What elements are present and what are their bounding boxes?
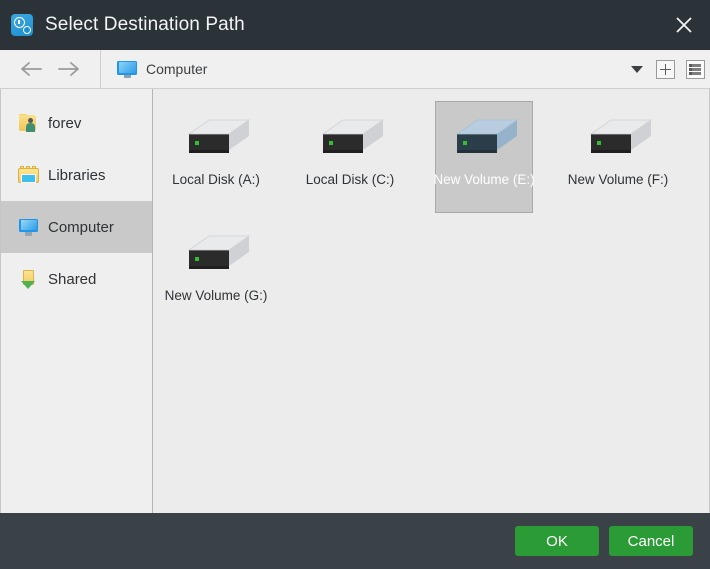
sidebar-item-shared[interactable]: Shared xyxy=(1,253,152,305)
computer-monitor-icon xyxy=(18,218,39,237)
path-breadcrumb[interactable]: Computer xyxy=(109,50,624,88)
sidebar-item-forev[interactable]: forev xyxy=(1,97,152,149)
computer-monitor-icon xyxy=(117,61,137,78)
hard-drive-icon xyxy=(179,108,253,164)
sidebar-item-computer[interactable]: Computer xyxy=(1,201,152,253)
back-button[interactable] xyxy=(12,50,50,88)
close-button[interactable] xyxy=(658,0,710,50)
drive-label: New Volume (G:) xyxy=(165,288,268,303)
sidebar-item-label: Libraries xyxy=(48,167,106,184)
drive-item[interactable]: New Volume (F:) xyxy=(569,101,667,213)
arrow-left-icon xyxy=(19,61,43,77)
select-destination-path-dialog: Select Destination Path Computer xyxy=(0,0,710,569)
dialog-footer: OK Cancel xyxy=(0,513,710,569)
window-title: Select Destination Path xyxy=(45,14,245,36)
drive-label: New Volume (E:) xyxy=(433,172,534,187)
forward-button[interactable] xyxy=(50,50,88,88)
drive-list: Local Disk (A:) Local Disk (C:) xyxy=(153,89,709,513)
title-bar: Select Destination Path xyxy=(0,0,710,50)
drive-item[interactable]: Local Disk (C:) xyxy=(301,101,399,213)
new-folder-button[interactable] xyxy=(650,50,680,88)
gear-icon xyxy=(23,26,31,34)
hard-drive-icon xyxy=(179,224,253,280)
drive-label: Local Disk (A:) xyxy=(172,172,260,187)
toolbar-divider xyxy=(100,50,101,88)
sidebar-item-label: forev xyxy=(48,115,81,132)
drive-label: New Volume (F:) xyxy=(568,172,669,187)
arrow-right-icon xyxy=(57,61,81,77)
chevron-down-icon xyxy=(631,66,643,73)
close-icon xyxy=(674,15,694,35)
shared-download-icon xyxy=(18,270,39,289)
path-dropdown-button[interactable] xyxy=(624,50,650,88)
drive-label: Local Disk (C:) xyxy=(306,172,395,187)
libraries-icon xyxy=(18,166,39,185)
sidebar-item-label: Shared xyxy=(48,271,96,288)
hard-drive-icon xyxy=(581,108,655,164)
ok-button[interactable]: OK xyxy=(515,526,599,556)
plus-box-icon xyxy=(656,60,675,79)
hard-drive-icon xyxy=(313,108,387,164)
drive-item-selected[interactable]: New Volume (E:) xyxy=(435,101,533,213)
list-view-icon xyxy=(686,60,705,79)
drive-item[interactable]: New Volume (G:) xyxy=(167,217,265,329)
sidebar-item-libraries[interactable]: Libraries xyxy=(1,149,152,201)
navigation-toolbar: Computer xyxy=(0,50,710,89)
places-sidebar: forev Libraries Computer Shared xyxy=(1,89,153,513)
path-label: Computer xyxy=(146,61,207,77)
sidebar-item-label: Computer xyxy=(48,219,114,236)
view-mode-button[interactable] xyxy=(680,50,710,88)
drive-item[interactable]: Local Disk (A:) xyxy=(167,101,265,213)
dialog-body: forev Libraries Computer Shared xyxy=(0,89,710,513)
hard-drive-icon xyxy=(447,108,521,164)
cancel-button[interactable]: Cancel xyxy=(609,526,693,556)
user-folder-icon xyxy=(18,114,39,133)
app-icon xyxy=(11,14,33,36)
